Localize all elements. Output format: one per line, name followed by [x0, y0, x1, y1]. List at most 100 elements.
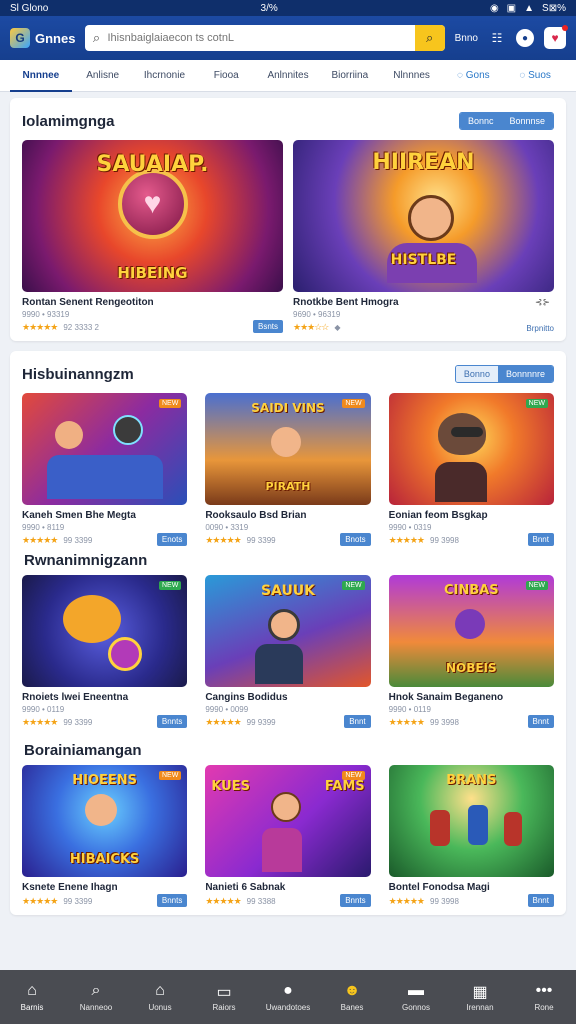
game-card[interactable]: SAUUK NEW Cangins Bodidus 9990 • 0099 ★★…: [205, 575, 371, 728]
nav-item-drop[interactable]: ● Uwandotoes: [256, 970, 320, 1024]
game-action-button[interactable]: Bnnt: [527, 715, 554, 728]
wifi-icon: ◉: [489, 2, 499, 14]
nav-item-more[interactable]: ••• Rone: [512, 970, 576, 1024]
game-name: Rnoiets lwei Eneentna: [22, 692, 129, 703]
toggle-option[interactable]: Bonnc: [459, 113, 502, 129]
profile-icon[interactable]: ●: [516, 29, 534, 47]
app-header: G Gnnes ⌕ ⌕ Bnno ☷ ● ♥: [0, 16, 576, 60]
game-card[interactable]: NEW Rnoiets lwei Eneentna 9990 • 0119 ★★…: [22, 575, 188, 728]
star-rating: ★★★★★: [22, 535, 58, 545]
art-logo: SAUAIAP.: [96, 152, 209, 177]
list-icon[interactable]: ☷: [488, 31, 506, 45]
rating-count: 99 3399: [246, 536, 276, 545]
tab-5[interactable]: Anlnnites: [257, 60, 319, 92]
game-thumbnail[interactable]: NEW: [22, 393, 188, 505]
game-name: Ksnete Enene Ihagn: [22, 882, 118, 893]
character-art: [55, 421, 84, 449]
tab-8-label: Gons: [465, 69, 490, 81]
star-rating: ★★★★★: [205, 896, 241, 906]
star-rating: ★★★★★: [22, 717, 58, 727]
game-card[interactable]: SAIDI VINS PIRATH NEW Rooksaulo Bsd Bria…: [205, 393, 371, 546]
library-icon: ▭: [216, 984, 232, 1001]
app-logo[interactable]: G Gnnes: [10, 28, 75, 48]
game-name: Bontel Fonodsa Magi: [388, 882, 490, 893]
nav-item-face[interactable]: ☻ Banes: [320, 970, 384, 1024]
game-thumbnail[interactable]: NEW: [388, 393, 554, 505]
game-card[interactable]: NEW Kaneh Smen Bhe Megta 9990 • 8119 ★★★…: [22, 393, 188, 546]
game-thumbnail[interactable]: HIOEENS HIBAICKS NEW: [22, 765, 188, 877]
game-badge: NEW: [158, 399, 182, 408]
game-action-button[interactable]: Bnnt: [344, 715, 371, 728]
search-input[interactable]: [107, 32, 415, 44]
game-card[interactable]: BRANS Bontel Fonodsa Magi ★★★★★ 99 3998 B…: [388, 765, 554, 907]
nav-item-home[interactable]: ⌂ Barnis: [0, 970, 64, 1024]
star-rating: ★★★★★: [388, 717, 425, 727]
star-rating: ★★★★★: [205, 535, 241, 545]
search-icon: ⌕: [92, 30, 101, 45]
game-thumbnail[interactable]: SAUUK NEW: [205, 575, 371, 687]
game-card[interactable]: ♥ SAUAIAP. HIBEING Rontan Senent Rengeot…: [22, 140, 283, 333]
section-featured: Iolamimgnga Bonnc Bonnnse ♥ SAUAIAP. HIB…: [10, 98, 566, 341]
game-thumbnail[interactable]: HIIREAN HISTLBE: [293, 140, 554, 292]
notification-dot: [562, 25, 568, 31]
game-card[interactable]: HIIREAN HISTLBE Rnotkbe Bent Hmogra 9690…: [293, 140, 554, 333]
toggle-option[interactable]: Bonno: [455, 366, 498, 382]
tab-2[interactable]: Anlisne: [72, 60, 134, 92]
game-action-button[interactable]: Bnnt: [527, 533, 554, 546]
game-thumbnail[interactable]: NEW: [22, 575, 188, 687]
game-action-button[interactable]: Bsnts: [252, 320, 283, 333]
rating-count: 99 3399: [63, 718, 93, 727]
game-action-button[interactable]: Bnnts: [340, 894, 371, 907]
game-thumbnail[interactable]: ♥ SAUAIAP. HIBEING: [22, 140, 283, 292]
star-rating: ★★★★★: [388, 535, 425, 545]
nav-item-library[interactable]: ▭ Raiors: [192, 970, 256, 1024]
game-card[interactable]: NEW Eonian feom Bsgkap 9990 • 0319 ★★★★★…: [388, 393, 554, 546]
tab-8[interactable]: ◌ Gons: [442, 60, 504, 92]
star-rating: ★★★★★: [22, 322, 58, 332]
art-title: HISTLBE: [390, 252, 457, 268]
nav-item-grid[interactable]: ▦ Irennan: [448, 970, 512, 1024]
character-body-art: [261, 827, 302, 872]
orb-art: [107, 636, 142, 671]
toggle-option[interactable]: Bonnnnre: [497, 366, 553, 382]
game-action-button[interactable]: Bnnts: [156, 715, 188, 728]
drop-icon: ●: [283, 982, 293, 999]
game-badge: NEW: [158, 771, 182, 780]
game-card[interactable]: KUES FAMS NEW Nanieti 6 Sabnak ★★★★★ 99 3…: [205, 765, 371, 907]
game-thumbnail[interactable]: KUES FAMS NEW: [205, 765, 371, 877]
game-thumbnail[interactable]: BRANS: [388, 765, 554, 877]
tab-1[interactable]: Nnnnee: [10, 60, 72, 92]
tab-7[interactable]: Nlnnnes: [381, 60, 443, 92]
rating-count: 99 3998: [430, 718, 459, 727]
game-card[interactable]: CINBAS NOBEIS NEW Hnok Sanaim Beganeno 9…: [388, 575, 554, 728]
search-icon: ⌕: [91, 982, 101, 999]
game-thumbnail[interactable]: CINBAS NOBEIS NEW: [388, 575, 554, 687]
star-rating: ★★★☆☆: [293, 322, 329, 332]
game-subtitle: 9990 • 0099: [205, 705, 249, 714]
game-action-button[interactable]: Brpnitto: [526, 324, 554, 333]
nav-item-store[interactable]: ⌂ Uonus: [128, 970, 192, 1024]
toggle-option[interactable]: Bonnnse: [501, 113, 553, 129]
tab-9[interactable]: ◌ Suos: [504, 60, 566, 92]
game-name: Cangins Bodidus: [205, 692, 288, 703]
art-logo: KUES: [211, 779, 250, 794]
game-action-button[interactable]: Bnnts: [156, 894, 188, 907]
tab-6[interactable]: Biorriina: [319, 60, 381, 92]
tab-4[interactable]: Fiooa: [195, 60, 257, 92]
search-button[interactable]: ⌕: [414, 25, 445, 51]
tab-3[interactable]: Ihcrnonie: [134, 60, 196, 92]
game-card[interactable]: HIOEENS HIBAICKS NEW Ksnete Enene Ihagn …: [22, 765, 188, 907]
game-name: Rontan Senent Rengeotiton: [22, 297, 154, 308]
game-badge: NEW: [525, 399, 548, 408]
game-action-button[interactable]: Bnnt: [527, 894, 554, 907]
game-action-button[interactable]: Bnots: [340, 533, 371, 546]
share-icon[interactable]: ⊰⊱: [535, 297, 550, 308]
rating-count: 99 3388: [246, 897, 276, 906]
nav-item-search[interactable]: ⌕ Nanneoo: [64, 970, 128, 1024]
nav-item-gamepad[interactable]: ▬ Gonnos: [384, 970, 448, 1024]
bag-icon[interactable]: ♥: [544, 25, 568, 49]
game-thumbnail[interactable]: SAIDI VINS PIRATH NEW: [205, 393, 371, 505]
game-action-button[interactable]: Enots: [156, 533, 188, 546]
art-title: HIBAICKS: [69, 852, 140, 867]
header-link[interactable]: Bnno: [455, 33, 478, 44]
